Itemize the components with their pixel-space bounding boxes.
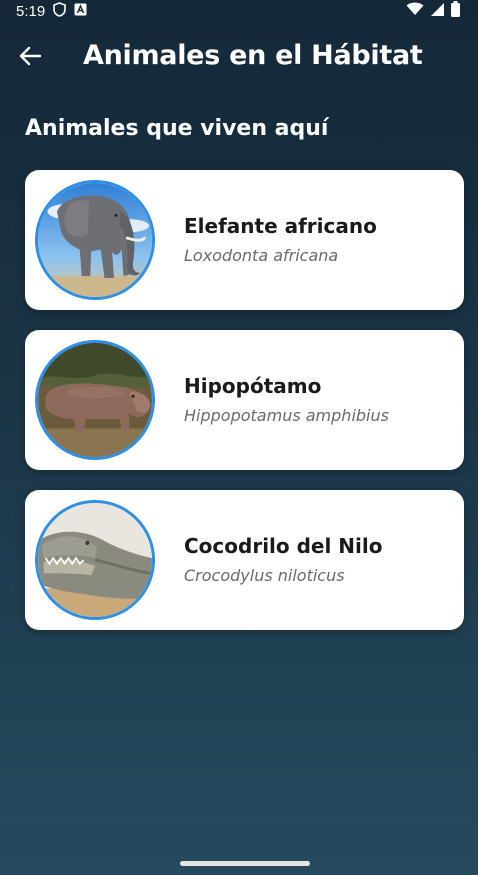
page-title: Animales en el Hábitat <box>83 40 423 71</box>
animal-card-elephant[interactable]: Elefante africano Loxodonta africana <box>25 170 464 310</box>
animal-scientific-name: Crocodylus niloticus <box>184 566 345 585</box>
crocodile-photo <box>35 500 155 620</box>
back-button[interactable] <box>14 44 46 72</box>
wifi-icon <box>406 2 424 20</box>
arrow-left-icon <box>19 46 42 70</box>
status-time: 5:19 <box>16 2 46 20</box>
battery-icon <box>451 1 460 21</box>
shield-icon <box>53 1 67 21</box>
animal-card-hippo[interactable]: Hipopótamo Hippopotamus amphibius <box>25 330 464 470</box>
a-badge-icon <box>74 3 87 20</box>
animal-name: Cocodrilo del Nilo <box>184 534 383 558</box>
section-title: Animales que viven aquí <box>25 116 329 141</box>
animal-card-crocodile[interactable]: Cocodrilo del Nilo Crocodylus niloticus <box>25 490 464 630</box>
signal-icon <box>430 2 445 21</box>
animal-name: Hipopótamo <box>184 374 322 398</box>
home-indicator[interactable] <box>180 861 310 866</box>
animal-scientific-name: Hippopotamus amphibius <box>184 406 389 425</box>
status-bar: 5:19 <box>0 0 478 22</box>
animal-name: Elefante africano <box>184 214 377 238</box>
animal-scientific-name: Loxodonta africana <box>184 246 339 265</box>
app-bar: Animales en el Hábitat <box>0 30 478 86</box>
elephant-photo <box>35 180 155 300</box>
status-left: 5:19 <box>16 1 87 21</box>
status-right <box>406 1 460 21</box>
hippo-photo <box>35 340 155 460</box>
